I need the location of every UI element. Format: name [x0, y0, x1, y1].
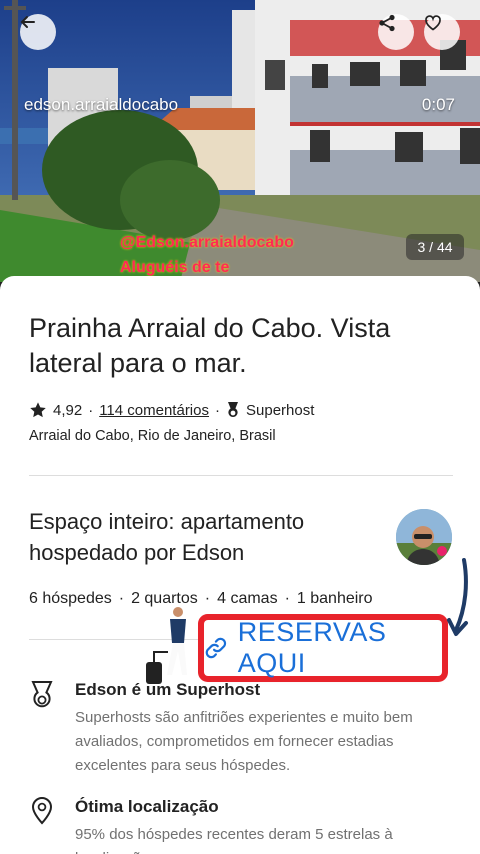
detail-separator: · — [284, 590, 290, 607]
feature-title: Ótima localização — [75, 797, 219, 816]
meta-separator: · — [88, 401, 94, 419]
heart-icon — [425, 15, 441, 31]
story-viewer: edson.arraialdocabo 0:07 @Edson.arraiald… — [0, 0, 480, 854]
listing-location[interactable]: Arraial do Cabo, Rio de Janeiro, Brasil — [29, 428, 276, 444]
back-button[interactable] — [20, 14, 56, 50]
listing-title: Prainha Arraial do Cabo. Vista lateral p… — [29, 313, 391, 378]
photo-counter: 3 / 44 — [406, 234, 464, 260]
watermark-line-1: @Edson.arraialdocabo — [120, 234, 294, 251]
meta-separator: · — [215, 401, 220, 419]
guests-count: 6 hóspedes — [29, 590, 112, 607]
listing-details-sheet: Prainha Arraial do Cabo. Vista lateral p… — [0, 276, 480, 854]
superhost-medal-icon — [31, 681, 53, 708]
story-username[interactable]: edson.arraialdocabo — [24, 95, 178, 115]
host-avatar[interactable] — [396, 509, 452, 565]
host-summary-title: Espaço inteiro: apartamento hospedado po… — [29, 509, 305, 565]
rating-value: 4,92 — [53, 401, 83, 419]
story-timer: 0:07 — [421, 95, 455, 114]
reviews-link[interactable]: 114 comentários — [99, 402, 209, 419]
detail-separator: · — [118, 590, 125, 607]
reservations-label: RESERVAS AQUI — [237, 617, 387, 678]
photo-watermark: @Edson.arraialdocabo Aluguéis de te — [120, 230, 294, 280]
share-icon — [379, 14, 395, 32]
favorite-button[interactable] — [424, 14, 460, 50]
bathrooms-count: 1 banheiro — [296, 590, 373, 607]
feature-description: 95% dos hóspedes recentes deram 5 estrel… — [75, 826, 393, 854]
star-icon — [30, 402, 46, 418]
divider — [29, 475, 453, 476]
traveler-sticker-icon — [146, 607, 187, 684]
location-pin-icon — [31, 797, 53, 825]
feature-description: Superhosts são anfitriões experientes e … — [75, 709, 413, 774]
listing-photo[interactable]: edson.arraialdocabo 0:07 @Edson.arraiald… — [0, 0, 480, 282]
rating-row: 4,92 · 114 comentários · Superhost — [29, 401, 314, 419]
beds-count: 4 camas — [217, 590, 278, 607]
capacity-row: 6 hóspedes · 2 quartos · 4 camas · 1 ban… — [29, 590, 373, 608]
feature-title: Edson é um Superhost — [75, 680, 261, 699]
superhost-medal-icon — [228, 402, 238, 418]
host-avatar-image — [396, 509, 452, 565]
link-icon — [205, 637, 227, 659]
pointing-arrow-icon — [447, 558, 468, 636]
detail-separator: · — [204, 590, 211, 607]
reservations-button[interactable]: RESERVAS AQUI — [204, 617, 442, 678]
share-button[interactable] — [378, 14, 414, 50]
back-arrow-icon — [20, 16, 35, 28]
superhost-badge: Superhost — [246, 401, 315, 419]
